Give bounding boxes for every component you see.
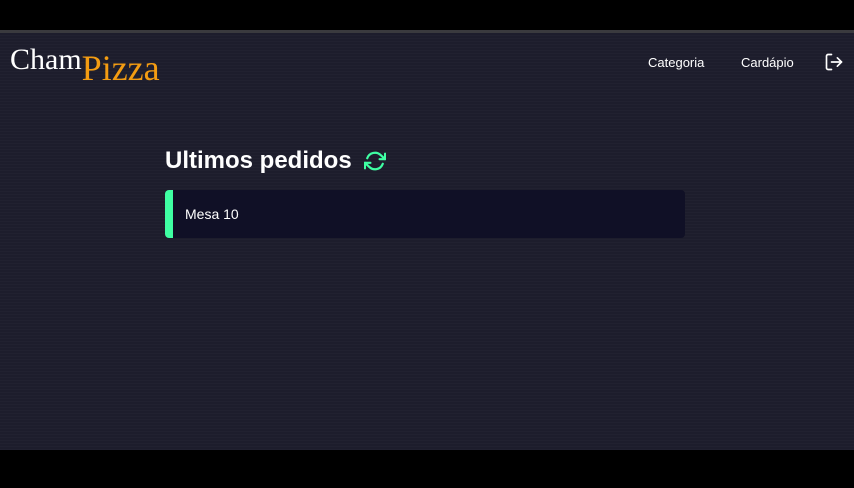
brand-logo[interactable]: ChamPizza [10, 39, 160, 87]
refresh-icon[interactable] [363, 150, 386, 172]
section-header: Ultimos pedidos [165, 147, 386, 175]
order-status-bar [165, 190, 173, 238]
nav-link-categoria[interactable]: Categoria [648, 55, 704, 70]
logo-text-pizza: Pizza [81, 48, 160, 88]
video-letterbox-bottom [0, 450, 854, 480]
order-item[interactable]: Mesa 10 [165, 190, 685, 238]
order-label: Mesa 10 [185, 206, 239, 222]
app-window: ChamPizza Categoria Cardápio Ultimos ped… [0, 33, 854, 488]
video-letterbox-top [0, 0, 854, 30]
nav-link-cardapio[interactable]: Cardápio [741, 55, 794, 70]
logo-text-cham: Cham [10, 43, 82, 76]
logout-icon[interactable] [824, 52, 844, 72]
page-title: Ultimos pedidos [165, 147, 352, 174]
